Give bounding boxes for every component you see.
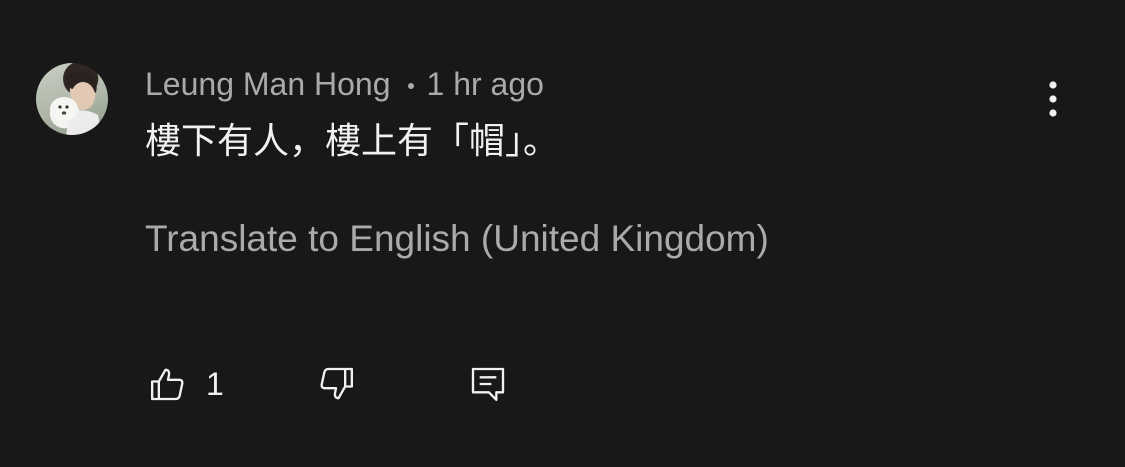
avatar-photo [50, 71, 102, 135]
thumb-up-icon [151, 368, 184, 401]
comment-menu-button[interactable] [1032, 76, 1076, 120]
timestamp[interactable]: 1 hr ago [427, 66, 544, 103]
like-count: 1 [206, 365, 224, 402]
comment-header: Leung Man Hong 1 hr ago [145, 64, 544, 104]
comment-thread: Leung Man Hong 1 hr ago 樓下有人，樓上有「帽」。 Tra… [0, 0, 1125, 467]
reply-comment-icon [471, 367, 505, 401]
comment-text: 樓下有人，樓上有「帽」。 [145, 121, 560, 162]
translate-link[interactable]: Translate to English (United Kingdom) [145, 215, 769, 263]
author-name[interactable]: Leung Man Hong [145, 66, 391, 103]
thumb-down-icon [320, 367, 353, 400]
comment-actions: 1 [148, 362, 548, 406]
reply-button[interactable] [468, 362, 508, 406]
like-button[interactable]: 1 [148, 362, 224, 406]
avatar[interactable] [36, 63, 108, 135]
dislike-button[interactable] [316, 362, 356, 406]
separator-dot [407, 83, 414, 89]
more-vert-icon [1049, 81, 1057, 117]
